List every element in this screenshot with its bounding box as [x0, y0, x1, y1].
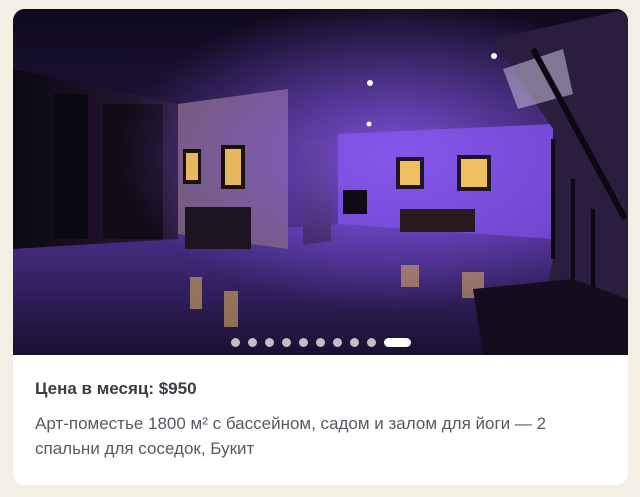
- carousel-dot-icon[interactable]: [298, 337, 308, 347]
- carousel-dot-icon[interactable]: [281, 337, 291, 347]
- carousel-dot-icon[interactable]: [349, 337, 359, 347]
- room-interior-image: [13, 9, 628, 355]
- carousel-dot-icon[interactable]: [366, 337, 376, 347]
- listing-photo[interactable]: [13, 9, 628, 355]
- listing-description: Арт-поместье 1800 м² с бассейном, садом …: [35, 414, 547, 458]
- listing-price: Цена в месяц: $950: [35, 379, 197, 398]
- carousel-dot-icon[interactable]: [332, 337, 342, 347]
- carousel-dot-icon[interactable]: [230, 337, 240, 347]
- carousel-dot-icon[interactable]: [315, 337, 325, 347]
- listing-card[interactable]: Цена в месяц: $950 Арт-поместье 1800 м² …: [13, 9, 628, 485]
- carousel-indicator[interactable]: [13, 336, 628, 348]
- carousel-dot-icon[interactable]: [383, 337, 411, 347]
- carousel-dot-icon[interactable]: [247, 337, 257, 347]
- carousel-dot-icon[interactable]: [264, 337, 274, 347]
